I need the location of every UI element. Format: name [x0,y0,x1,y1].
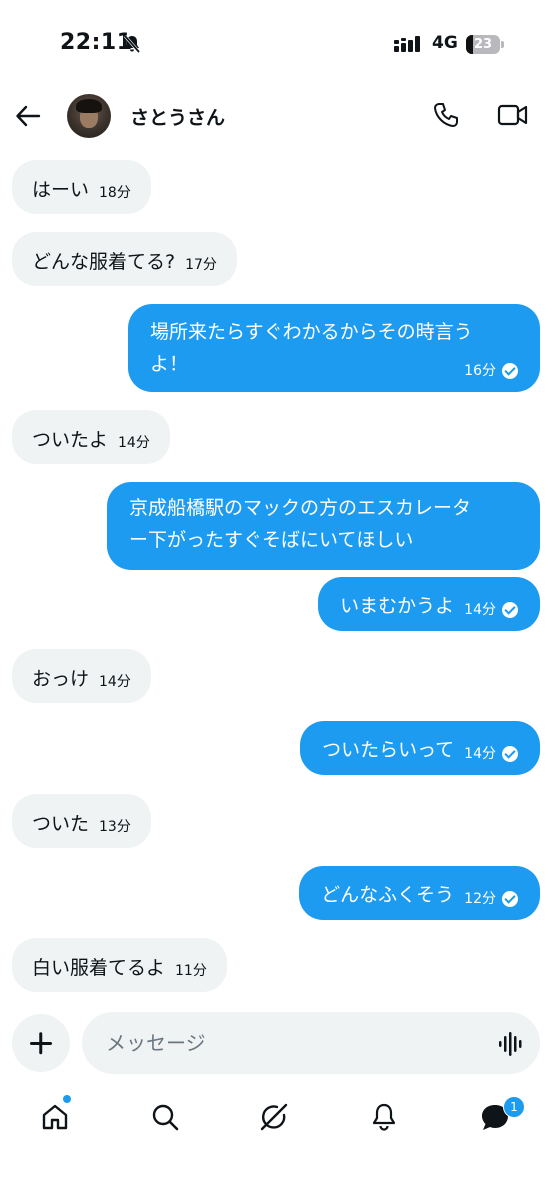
video-icon[interactable] [497,102,529,128]
message-text-line: よ！ [150,353,189,375]
message-time: 13分 [99,819,131,835]
message-time: 14分 [118,435,150,451]
message-text: どんなふくそう [321,884,455,906]
home-icon[interactable] [40,1102,70,1132]
message-text: おっけ [32,668,90,690]
messages-badge: 1 [503,1096,525,1118]
incoming-message[interactable]: ついたよ 14分 [12,410,170,464]
home-unread-dot [62,1094,72,1104]
phone-icon[interactable] [432,101,460,129]
incoming-message[interactable]: はーい 18分 [12,160,151,214]
message-text: ついたよ [32,429,109,451]
outgoing-message[interactable]: どんなふくそう 12分 [299,866,540,920]
status-bar: 22:11 4G 23 [0,0,552,90]
message-meta: 14分 [464,745,518,763]
message-time: 18分 [99,185,131,201]
bottom-navigation [0,1086,552,1156]
message-text: どんな服着てる? [32,251,176,273]
message-meta: 14分 [464,601,518,619]
read-check-icon [502,891,518,907]
message-meta: 16分 [464,362,518,380]
message-time: 14分 [464,746,496,762]
message-text: はーい [32,179,90,201]
back-arrow-icon[interactable] [14,102,42,130]
network-label: 4G [432,33,458,53]
message-time: 16分 [464,363,496,379]
message-time: 14分 [99,674,131,690]
outgoing-message[interactable]: 場所来たらすぐわかるからその時言う よ！ 16分 [128,304,540,392]
signal-icon [394,36,420,52]
message-meta: 12分 [464,890,518,908]
message-text-line: 場所来たらすぐわかるからその時言う [150,321,473,343]
voice-icon[interactable] [498,1032,524,1056]
grok-icon[interactable] [259,1102,289,1132]
incoming-message[interactable]: ついた 13分 [12,794,151,848]
contact-name[interactable]: さとうさん [130,103,225,130]
search-icon[interactable] [150,1102,180,1132]
outgoing-message[interactable]: いまむかうよ 14分 [318,577,540,631]
message-text-line: ー下がったすぐそばにいてほしい [129,529,414,551]
message-text: ついた [32,813,90,835]
bell-slash-icon [123,35,141,53]
incoming-message[interactable]: どんな服着てる? 17分 [12,232,237,286]
incoming-message[interactable]: おっけ 14分 [12,649,151,703]
conversation-header: さとうさん [0,90,552,142]
message-text-line: 京成船橋駅のマックの方のエスカレータ [129,497,472,519]
outgoing-message[interactable]: ついたらいって 14分 [300,721,540,775]
message-time: 11分 [175,963,207,979]
read-check-icon [502,602,518,618]
incoming-message[interactable]: 白い服着てるよ 11分 [12,938,227,992]
notifications-icon[interactable] [369,1102,399,1132]
message-text: 白い服着てるよ [32,957,166,979]
avatar[interactable] [67,94,111,138]
message-input[interactable]: メッセージ [82,1012,540,1074]
outgoing-message[interactable]: 京成船橋駅のマックの方のエスカレータ ー下がったすぐそばにいてほしい [107,482,540,570]
battery-percent: 23 [473,37,493,52]
message-time: 14分 [464,602,496,618]
read-check-icon [502,363,518,379]
message-text: いまむかうよ [340,595,455,617]
battery-indicator: 23 [466,35,504,54]
message-time: 17分 [185,257,217,273]
message-text: ついたらいって [322,739,455,761]
message-time: 12分 [464,891,496,907]
read-check-icon [502,746,518,762]
add-attachment-button[interactable] [12,1014,70,1072]
